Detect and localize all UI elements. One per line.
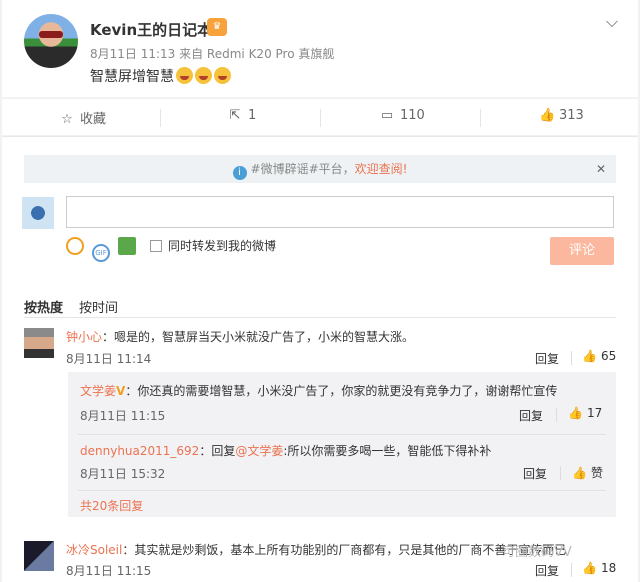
divider — [78, 434, 606, 435]
sub-reply-like-count: 赞 — [590, 466, 603, 480]
comment-item: 冰冷Soleil：其实就是炒剩饭，基本上所有功能别的厂商都有，只是其他的厂商不善… — [66, 541, 566, 558]
post-body-text: 智慧屏增智慧 — [90, 69, 174, 85]
reply-button[interactable]: 回复 — [519, 407, 543, 424]
star-icon: ☆ — [61, 112, 73, 127]
info-icon: i — [232, 166, 247, 180]
sub-replies-box: 文学姜V：你还真的需要增智慧，小米没广告了，你家的就更没有竞争力了，谢谢帮忙宣传… — [68, 372, 616, 517]
thumbs-up-icon: 👍 — [582, 561, 597, 575]
divider — [480, 109, 481, 127]
comment-text: ：其实就是炒剩饭，基本上所有功能别的厂商都有，只是其他的厂商不善于宣传而已 — [122, 543, 567, 557]
commenter-name[interactable]: 冰冷Soleil — [66, 543, 122, 557]
submit-comment-button[interactable]: 评论 — [550, 237, 614, 265]
divider — [160, 109, 161, 127]
notice-link[interactable]: 欢迎查阅! — [355, 162, 408, 176]
thumbs-up-icon: 👍 — [568, 406, 583, 420]
thumbs-up-icon: 👍 — [539, 108, 556, 123]
sub-replier-name[interactable]: 文学姜 — [80, 384, 116, 398]
comment-icon: ▭ — [380, 108, 394, 123]
comment-time: 8月11日 11:14 — [66, 352, 152, 366]
sub-reply-prefix: ：回复 — [199, 444, 236, 458]
comment-time: 8月11日 11:15 — [66, 564, 152, 578]
repost-icon: ⇱ — [229, 108, 241, 123]
post-text: 智慧屏增智慧 — [90, 66, 231, 86]
notice-text: #微博辟谣#平台， — [250, 162, 355, 176]
vip-badge-icon: ♛ — [207, 18, 227, 36]
mention-link[interactable]: @文学姜 — [235, 444, 283, 458]
sort-by-time[interactable]: 按时间 — [79, 301, 118, 316]
sub-reply-item: 文学姜V：你还真的需要增智慧，小米没广告了，你家的就更没有竞争力了，谢谢帮忙宣传 — [80, 382, 557, 399]
comment-like-button[interactable]: 👍 65 — [582, 349, 616, 363]
sub-reply-like-button[interactable]: 👍 赞 — [572, 464, 603, 481]
sub-reply-text: :所以你需要多喝一些，智能低下得补补 — [283, 444, 492, 458]
divider — [556, 408, 557, 422]
like-button[interactable]: 👍 313 — [539, 108, 584, 123]
reply-button[interactable]: 回复 — [535, 562, 559, 579]
close-icon[interactable]: ✕ — [596, 155, 606, 183]
sub-reply-text: ：你还真的需要增智慧，小米没广告了，你家的就更没有竞争力了，谢谢帮忙宣传 — [125, 384, 558, 398]
author-name[interactable]: Kevin王的日记本 — [90, 19, 212, 40]
commenter-name[interactable]: 钟小心 — [66, 330, 102, 344]
favorite-button[interactable]: ☆ 收藏 — [60, 108, 106, 127]
repost-count: 1 — [248, 108, 257, 123]
sub-reply-time: 8月11日 15:32 — [80, 467, 166, 481]
divider — [320, 109, 321, 127]
author-avatar[interactable] — [24, 14, 78, 68]
watermark: 可圈数码VV — [502, 545, 572, 560]
comment-input[interactable] — [66, 196, 614, 228]
thumbs-up-icon: 👍 — [572, 466, 587, 480]
divider — [571, 563, 572, 577]
commenter-avatar[interactable] — [24, 541, 54, 571]
comment-like-count: 65 — [600, 349, 617, 363]
sort-by-hot[interactable]: 按热度 — [24, 301, 63, 316]
image-icon[interactable] — [118, 237, 136, 255]
repost-button[interactable]: ⇱ 1 — [228, 108, 257, 123]
notice-bar: i #微博辟谣#平台，欢迎查阅! ✕ — [24, 155, 616, 183]
laugh-emoji-icon — [195, 67, 212, 84]
repost-checkbox-label: 同时转发到我的微博 — [168, 239, 277, 253]
comment-count: 110 — [400, 108, 425, 123]
comment-text: ：嗯是的，智慧屏当天小米就没广告了，小米的智慧大涨。 — [102, 330, 415, 344]
gif-icon[interactable]: GIF — [92, 244, 110, 262]
sub-replier-name[interactable]: dennyhua2011_692 — [80, 444, 199, 458]
sort-bar: 按热度 按时间 — [24, 297, 118, 316]
thumbs-up-icon: 👍 — [582, 349, 597, 363]
comment-item: 钟小心：嗯是的，智慧屏当天小米就没广告了，小米的智慧大涨。 — [66, 328, 414, 345]
sub-reply-time: 8月11日 11:15 — [80, 409, 166, 423]
more-replies-link[interactable]: 共20条回复 — [80, 497, 143, 514]
commenter-avatar[interactable] — [24, 328, 54, 358]
reply-button[interactable]: 回复 — [535, 350, 559, 367]
chevron-down-icon[interactable]: ⌵ — [606, 12, 618, 32]
sub-reply-like-count: 17 — [586, 406, 603, 420]
divider — [78, 490, 606, 491]
sub-reply-like-button[interactable]: 👍 17 — [568, 406, 602, 420]
favorite-label: 收藏 — [80, 112, 107, 127]
emoji-icon[interactable] — [66, 237, 84, 255]
divider — [571, 351, 572, 365]
user-avatar[interactable] — [22, 197, 54, 229]
laugh-emoji-icon — [214, 67, 231, 84]
repost-checkbox[interactable] — [150, 240, 162, 252]
reply-button[interactable]: 回复 — [523, 465, 547, 482]
post-card: Kevin王的日记本 ♛ 8月11日 11:13 来自 Redmi K20 Pr… — [2, 0, 638, 97]
post-meta: 8月11日 11:13 来自 Redmi K20 Pro 真旗舰 — [90, 47, 335, 61]
divider — [560, 466, 561, 480]
action-bar: ☆ 收藏 ⇱ 1 ▭ 110 👍 313 — [2, 99, 638, 135]
comment-button[interactable]: ▭ 110 — [380, 108, 425, 123]
comment-panel: i #微博辟谣#平台，欢迎查阅! ✕ GIF 同时转发到我的微博 评论 按热度 按时间… — [2, 136, 638, 582]
composer-tools: GIF 同时转发到我的微博 — [66, 237, 276, 262]
comment-like-count: 18 — [600, 561, 617, 575]
divider — [24, 317, 616, 318]
sub-reply-item: dennyhua2011_692：回复@文学姜:所以你需要多喝一些，智能低下得补… — [80, 442, 491, 459]
verified-badge-icon: V — [116, 384, 126, 398]
comment-like-button[interactable]: 👍 18 — [582, 561, 616, 575]
laugh-emoji-icon — [176, 67, 193, 84]
like-count: 313 — [559, 108, 584, 123]
